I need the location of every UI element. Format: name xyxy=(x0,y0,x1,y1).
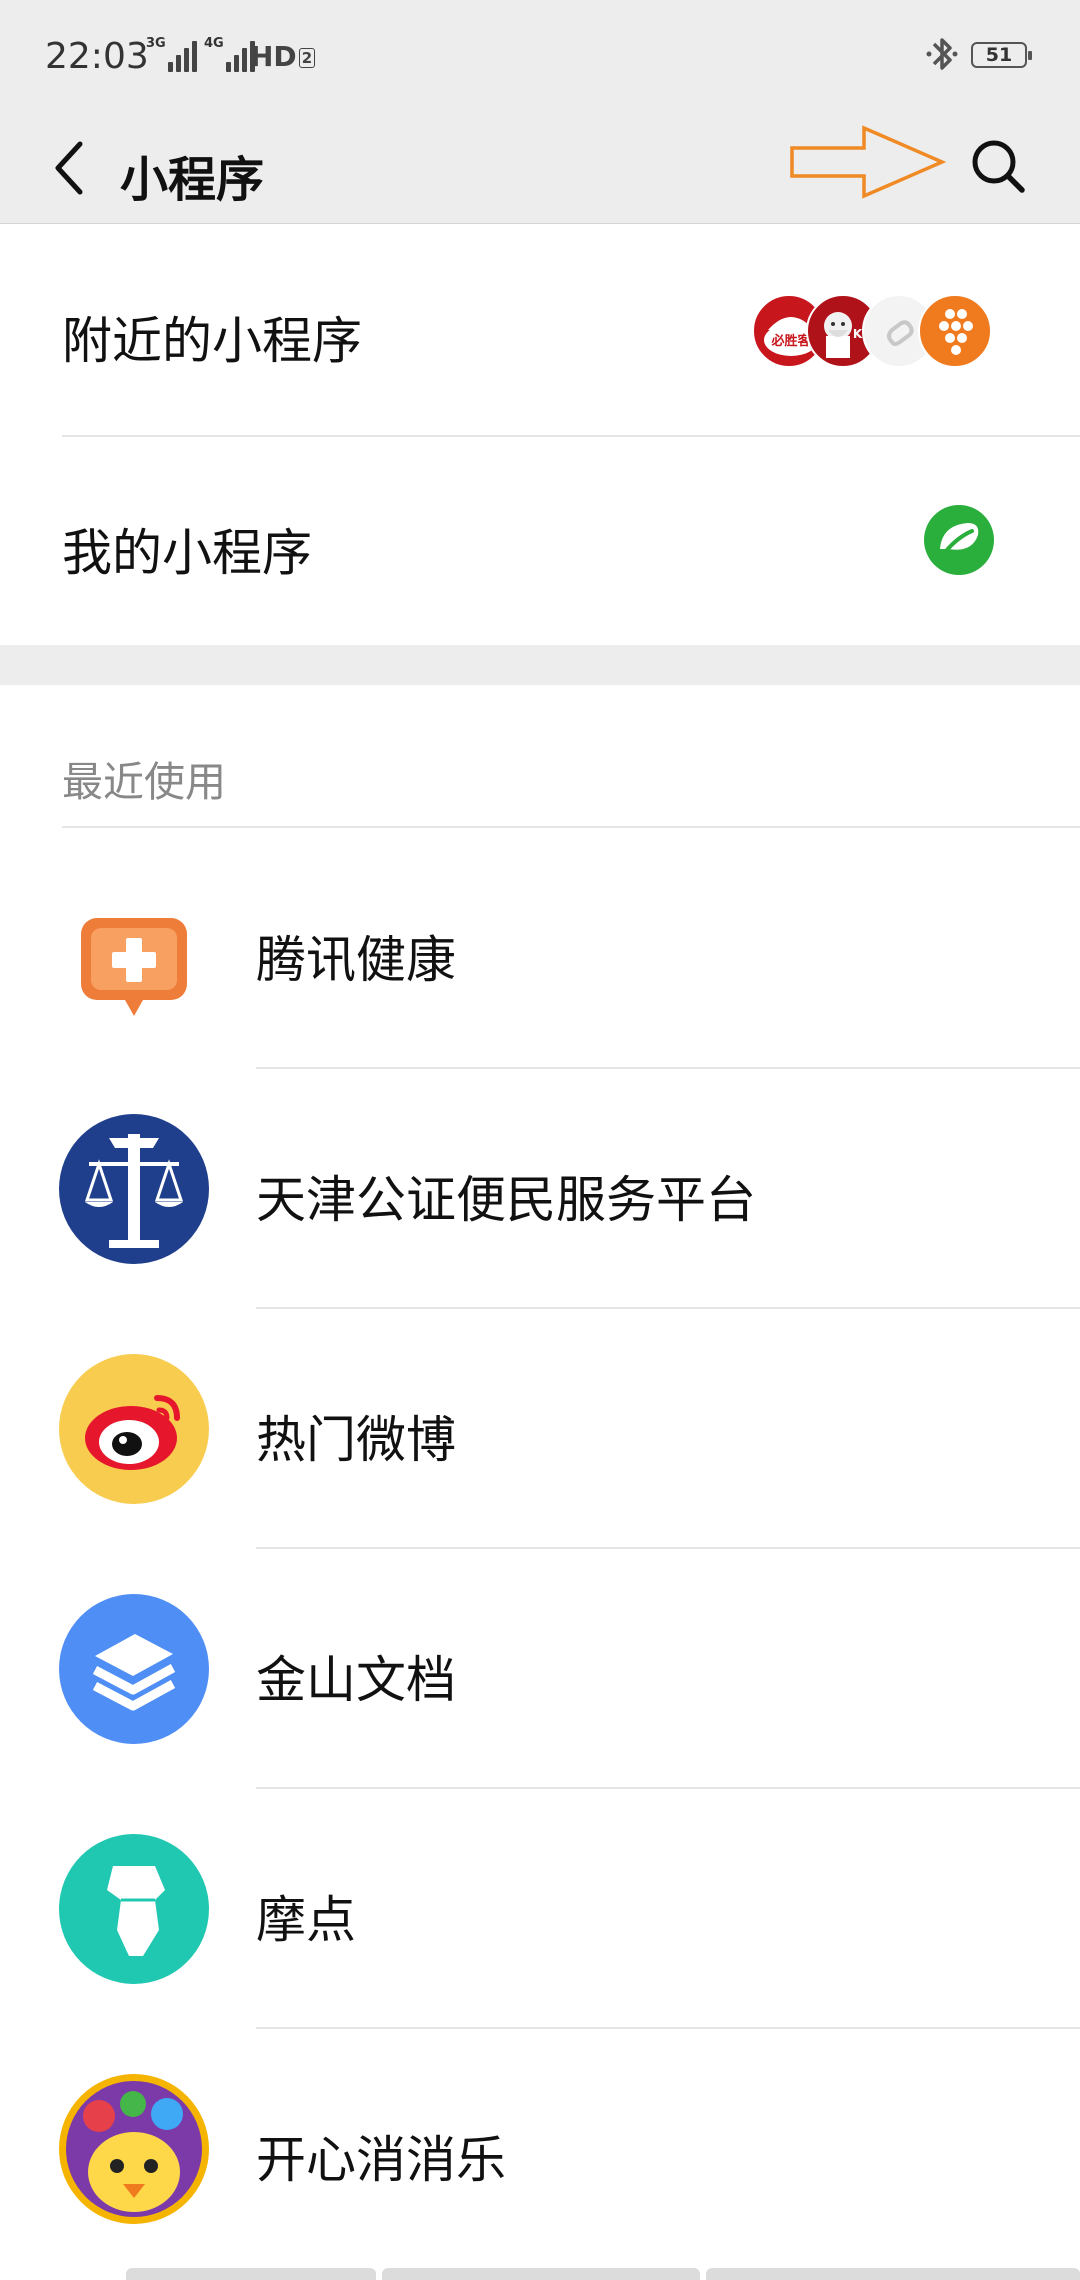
hd-label: HD xyxy=(250,40,297,73)
weibo-icon xyxy=(59,1354,209,1504)
orange-hexagon-app-icon xyxy=(918,294,992,368)
my-mini-program-leaf-icon xyxy=(924,505,994,575)
signal-3g-icon: 3G xyxy=(146,36,197,72)
network-type-label: 3G xyxy=(146,36,166,51)
app-name: 热门微博 xyxy=(256,1411,456,1469)
nearby-mini-programs-label: 附近的小程序 xyxy=(62,312,362,370)
page-title: 小程序 xyxy=(120,152,265,208)
list-item-happy-elimination[interactable]: 开心消消乐 xyxy=(0,2028,1080,2268)
app-name: 开心消消乐 xyxy=(256,2131,506,2189)
signal-4g-icon: 4G xyxy=(204,36,255,72)
status-time: 22:03 xyxy=(45,36,149,77)
list-item-kingsoft-docs[interactable]: 金山文档 xyxy=(0,1548,1080,1788)
chevron-left-icon xyxy=(55,141,83,195)
kingsoft-docs-icon xyxy=(59,1594,209,1744)
back-button[interactable] xyxy=(34,130,106,206)
notary-emblem-icon xyxy=(59,1114,209,1264)
bottom-tab-peek xyxy=(126,2268,376,2280)
nearby-icons-group: 必胜客 KFC xyxy=(752,294,992,370)
list-item-tianjin-notary[interactable]: 天津公证便民服务平台 xyxy=(0,1068,1080,1308)
status-bar: 22:03 3G 4G HD 2 51 xyxy=(0,0,1080,112)
bluetooth-icon xyxy=(925,34,959,78)
my-mini-programs-row[interactable]: 我的小程序 xyxy=(0,437,1080,645)
hd-sub-label: 2 xyxy=(298,48,316,68)
annotation-arrow-icon xyxy=(790,125,947,199)
battery-icon: 51 xyxy=(971,42,1032,68)
search-button[interactable] xyxy=(952,120,1044,212)
bottom-tab-peek xyxy=(706,2268,1080,2280)
bottom-tab-peek xyxy=(382,2268,700,2280)
list-item-tencent-health[interactable]: 腾讯健康 xyxy=(0,828,1080,1068)
happy-elimination-icon xyxy=(59,2074,209,2224)
my-mini-programs-label: 我的小程序 xyxy=(62,524,312,582)
recent-section-header: 最近使用 xyxy=(62,758,226,806)
app-name: 摩点 xyxy=(256,1891,356,1949)
app-name: 天津公证便民服务平台 xyxy=(256,1171,756,1229)
hd-voice-icon: HD 2 xyxy=(250,40,316,73)
app-name: 腾讯健康 xyxy=(256,931,456,989)
app-name: 金山文档 xyxy=(256,1651,456,1709)
tencent-health-icon xyxy=(81,918,187,1016)
search-icon xyxy=(972,140,1025,193)
battery-level: 51 xyxy=(985,44,1013,66)
section-separator xyxy=(0,645,1080,685)
nav-bar: 小程序 xyxy=(0,112,1080,224)
list-item-weibo[interactable]: 热门微博 xyxy=(0,1308,1080,1548)
modian-icon xyxy=(59,1834,209,1984)
list-item-modian[interactable]: 摩点 xyxy=(0,1788,1080,2028)
network-type-label: 4G xyxy=(204,36,224,51)
